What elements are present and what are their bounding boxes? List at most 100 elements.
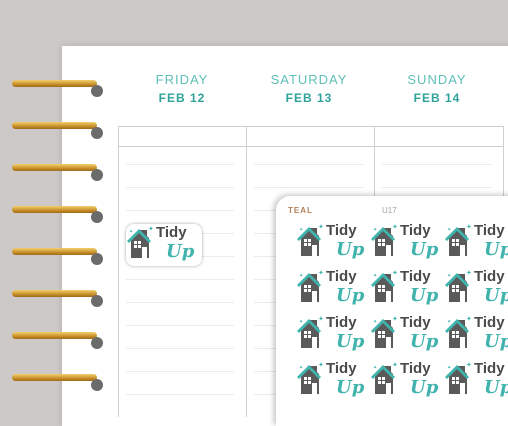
svg-text:✦: ✦ [466, 315, 472, 323]
tidy-up-sticker[interactable]: ✦ ✦ Tidy Up [444, 268, 508, 310]
sticker-word-tidy: Tidy [474, 360, 505, 377]
tidy-up-sticker[interactable]: ✦ ✦ Tidy Up [370, 222, 446, 264]
sticker-word-up: Up [336, 285, 365, 306]
sticker-word-tidy: Tidy [326, 314, 357, 331]
tidy-up-sticker[interactable]: ✦ ✦ Tidy Up [444, 222, 508, 264]
binding-ring [12, 206, 103, 223]
sticker-word-tidy: Tidy [326, 222, 357, 239]
svg-text:✦: ✦ [373, 227, 377, 233]
sticker-word-up: Up [484, 285, 508, 306]
svg-text:✦: ✦ [148, 225, 154, 233]
sticker-word-up: Up [336, 239, 365, 260]
sheet-color-label: TEAL [288, 206, 313, 215]
binding-ring [12, 122, 103, 139]
day-header-sunday: SUNDAY FEB 14 [382, 72, 492, 105]
binding-ring [12, 248, 103, 265]
svg-text:✦: ✦ [466, 269, 472, 277]
tidy-up-sticker[interactable]: ✦ ✦ Tidy Up [444, 314, 508, 356]
tidy-up-sticker[interactable]: ✦ ✦ Tidy Up [296, 360, 372, 402]
binding-ring [12, 332, 103, 349]
sticker-word-up: Up [484, 239, 508, 260]
ruled-line [126, 279, 234, 280]
tidy-up-sticker[interactable]: ✦ ✦ Tidy Up [296, 222, 372, 264]
house-icon: ✦ ✦ [127, 225, 154, 258]
sticker-word-up: Up [484, 331, 508, 352]
sticker-word-up: Up [410, 239, 439, 260]
day-header-saturday: SATURDAY FEB 13 [254, 72, 364, 105]
svg-text:✦: ✦ [447, 365, 451, 371]
tidy-up-sticker[interactable]: ✦ ✦ Tidy Up [296, 314, 372, 356]
tidy-up-sticker[interactable]: ✦ ✦ Tidy Up [296, 268, 372, 310]
binding-ring [12, 374, 103, 391]
tidy-up-sticker[interactable]: ✦ ✦ Tidy Up [444, 360, 508, 402]
sticker-word-tidy: Tidy [474, 314, 505, 331]
house-icon: ✦ ✦ [297, 315, 324, 348]
ruled-line [382, 164, 492, 165]
sticker-word-tidy: Tidy [326, 360, 357, 377]
sticker-word-tidy: Tidy [400, 222, 431, 239]
house-icon: ✦ ✦ [445, 361, 472, 394]
house-icon: ✦ ✦ [297, 361, 324, 394]
sticker-word-up: Up [166, 241, 195, 262]
house-icon: ✦ ✦ [371, 269, 398, 302]
tidy-up-sticker-placed[interactable]: ✦ ✦ Tidy Up [126, 224, 202, 266]
sticker-word-up: Up [410, 285, 439, 306]
svg-text:✦: ✦ [392, 269, 398, 277]
sticker-word-tidy: Tidy [474, 222, 505, 239]
house-icon: ✦ ✦ [297, 223, 324, 256]
svg-text:✦: ✦ [129, 229, 133, 235]
svg-text:✦: ✦ [299, 273, 303, 279]
house-icon: ✦ ✦ [371, 361, 398, 394]
day-date: FEB 14 [413, 91, 461, 105]
svg-text:✦: ✦ [392, 315, 398, 323]
day-name: SATURDAY [270, 72, 348, 87]
svg-text:✦: ✦ [373, 273, 377, 279]
house-icon: ✦ ✦ [371, 315, 398, 348]
svg-text:✦: ✦ [447, 319, 451, 325]
svg-text:✦: ✦ [318, 223, 324, 231]
sticker-sheet: TEAL U17 ✦ ✦ Tidy Up ✦ ✦ Tidy Up ✦ ✦ Tid… [276, 196, 508, 426]
binding-ring [12, 80, 103, 97]
tidy-up-sticker[interactable]: ✦ ✦ Tidy Up [370, 314, 446, 356]
svg-text:✦: ✦ [299, 227, 303, 233]
sticker-word-up: Up [410, 377, 439, 398]
sticker-word-tidy: Tidy [326, 268, 357, 285]
svg-text:✦: ✦ [318, 361, 324, 369]
house-icon: ✦ ✦ [297, 269, 324, 302]
grid-header-rule [119, 146, 503, 147]
ruled-line [126, 302, 234, 303]
sticker-word-tidy: Tidy [400, 268, 431, 285]
svg-text:✦: ✦ [299, 365, 303, 371]
ruled-line [126, 348, 234, 349]
day-name: SUNDAY [407, 72, 467, 87]
ruled-line [254, 187, 364, 188]
day-date: FEB 13 [285, 91, 333, 105]
svg-text:✦: ✦ [392, 361, 398, 369]
ruled-line [382, 187, 492, 188]
sticker-word-tidy: Tidy [474, 268, 505, 285]
ruled-line [126, 371, 234, 372]
ruled-line [254, 164, 364, 165]
sticker-word-up: Up [484, 377, 508, 398]
tidy-up-sticker[interactable]: ✦ ✦ Tidy Up [370, 360, 446, 402]
svg-text:✦: ✦ [373, 365, 377, 371]
house-icon: ✦ ✦ [371, 223, 398, 256]
svg-text:✦: ✦ [318, 315, 324, 323]
sticker-word-tidy: Tidy [400, 360, 431, 377]
day-date: FEB 12 [158, 91, 206, 105]
sheet-code: U17 [382, 206, 397, 215]
house-icon: ✦ ✦ [445, 269, 472, 302]
tidy-up-sticker[interactable]: ✦ ✦ Tidy Up [370, 268, 446, 310]
sticker-word-tidy: Tidy [400, 314, 431, 331]
svg-text:✦: ✦ [447, 273, 451, 279]
binding-ring [12, 164, 103, 181]
sticker-word-tidy: Tidy [156, 224, 187, 241]
house-icon: ✦ ✦ [445, 315, 472, 348]
ruled-line [126, 394, 234, 395]
grid-column-divider [246, 127, 247, 417]
ruled-line [126, 325, 234, 326]
svg-text:✦: ✦ [392, 223, 398, 231]
svg-text:✦: ✦ [466, 223, 472, 231]
svg-text:✦: ✦ [373, 319, 377, 325]
svg-text:✦: ✦ [466, 361, 472, 369]
